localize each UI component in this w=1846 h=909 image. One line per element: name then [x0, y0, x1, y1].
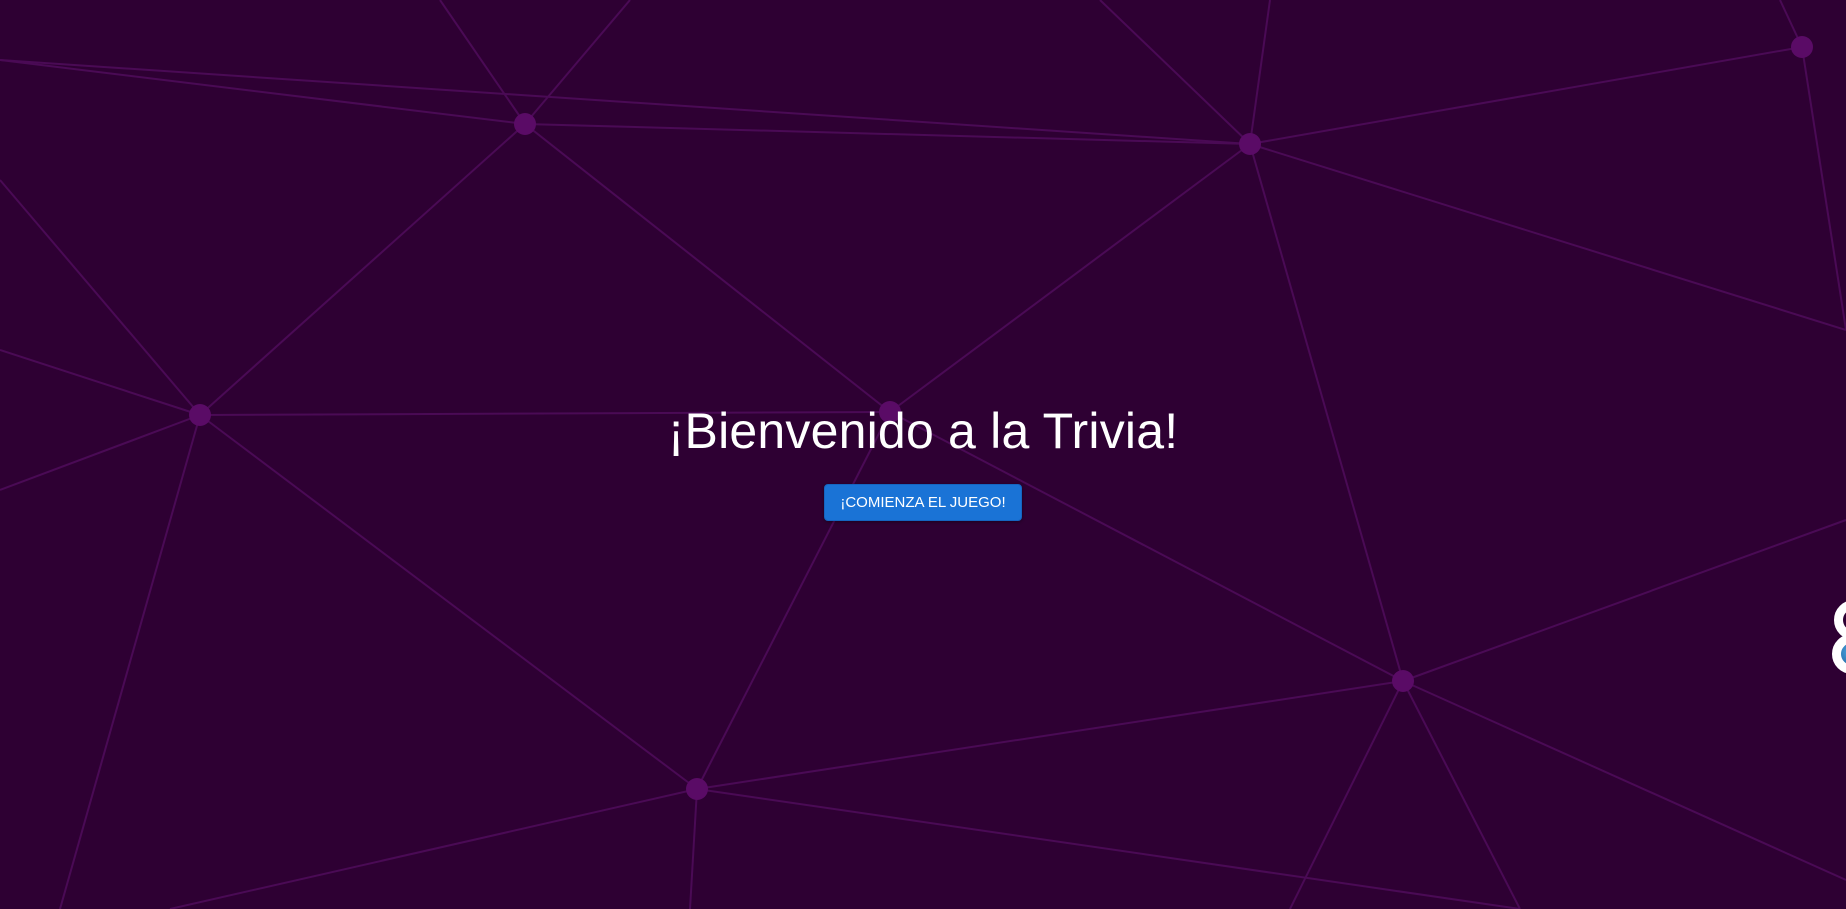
start-game-button[interactable]: ¡COMIENZA EL JUEGO! — [824, 484, 1022, 521]
welcome-panel: ¡Bienvenido a la Trivia! ¡COMIENZA EL JU… — [0, 0, 1846, 909]
page-title: ¡Bienvenido a la Trivia! — [667, 403, 1179, 459]
globe-icon[interactable] — [1832, 634, 1846, 674]
side-widget[interactable] — [1832, 600, 1846, 674]
widget-ring-icon — [1834, 600, 1846, 640]
